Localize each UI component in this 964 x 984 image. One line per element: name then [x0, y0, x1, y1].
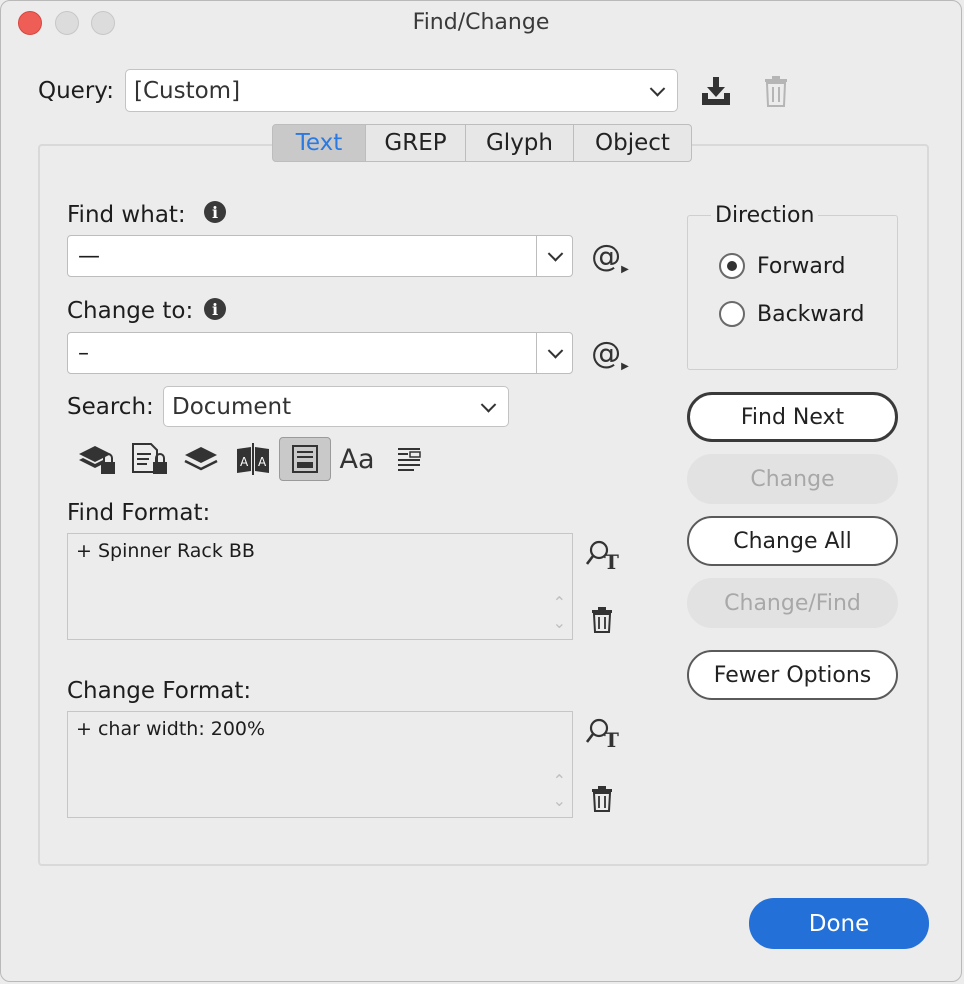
find-format-icon: T	[586, 540, 619, 571]
at-sign-menu-icon: @▶	[591, 239, 629, 275]
svg-text:T: T	[604, 728, 619, 749]
change-button[interactable]: Change	[687, 454, 898, 504]
include-hidden-layers-button[interactable]	[175, 437, 227, 481]
search-scope-value: Document	[172, 393, 292, 420]
trash-icon	[592, 786, 612, 812]
info-icon[interactable]: i	[204, 298, 226, 320]
direction-backward-option[interactable]: Backward	[719, 301, 865, 327]
change-format-label: Change Format:	[67, 678, 252, 704]
save-query-button[interactable]	[697, 73, 735, 109]
chevron-down-icon	[649, 80, 666, 97]
clear-change-format-button[interactable]	[589, 784, 615, 814]
fewer-options-button[interactable]: Fewer Options	[687, 650, 898, 700]
direction-forward-option[interactable]: Forward	[719, 253, 845, 279]
query-select[interactable]: [Custom]	[125, 69, 678, 112]
chevron-down-icon	[480, 396, 497, 413]
change-format-value: + char width: 200%	[76, 718, 266, 740]
query-label: Query:	[38, 78, 114, 104]
radio-unselected-icon[interactable]	[719, 301, 745, 327]
find-format-label: Find Format:	[67, 500, 211, 526]
svg-text:A: A	[240, 455, 249, 469]
find-what-label: Find what:	[67, 202, 186, 228]
specify-find-format-button[interactable]: T	[585, 537, 621, 573]
svg-text:A: A	[258, 455, 267, 469]
search-options-toolbar: A A Aa	[71, 437, 435, 481]
find-format-value: + Spinner Rack BB	[76, 540, 255, 562]
svg-text:T: T	[604, 550, 619, 571]
include-locked-stories-button[interactable]	[123, 437, 175, 481]
direction-label: Direction	[711, 203, 819, 228]
change-to-value: –	[78, 341, 89, 366]
find-format-box[interactable]: + Spinner Rack BB ⌃ ⌄	[67, 533, 573, 640]
find-next-button[interactable]: Find Next	[687, 392, 898, 442]
find-what-field[interactable]: —	[67, 235, 573, 277]
master-pages-icon: A A	[237, 443, 269, 475]
forward-label: Forward	[757, 253, 846, 279]
trash-icon	[765, 76, 787, 107]
specify-change-format-button[interactable]: T	[585, 715, 621, 751]
special-characters-find-button[interactable]: @▶	[591, 239, 629, 275]
tab-object[interactable]: Object	[574, 124, 692, 162]
search-label: Search:	[67, 394, 154, 420]
locked-stories-icon	[132, 443, 167, 474]
change-find-button[interactable]: Change/Find	[687, 578, 898, 628]
radio-selected-icon[interactable]	[719, 253, 745, 279]
find-format-stepper[interactable]: ⌃ ⌄	[553, 593, 566, 633]
change-all-button[interactable]: Change All	[687, 516, 898, 566]
case-sensitive-icon: Aa	[339, 443, 375, 475]
search-scope-select[interactable]: Document	[163, 386, 509, 427]
change-format-stepper[interactable]: ⌃ ⌄	[553, 771, 566, 811]
trash-icon	[592, 607, 612, 633]
at-sign-menu-icon: @▶	[591, 336, 629, 372]
query-value: [Custom]	[134, 77, 241, 104]
window-title: Find/Change	[412, 10, 550, 35]
whole-word-button[interactable]	[383, 437, 435, 481]
special-characters-change-button[interactable]: @▶	[591, 336, 629, 372]
footnotes-icon	[292, 445, 318, 473]
tab-glyph[interactable]: Glyph	[466, 124, 574, 162]
info-icon[interactable]: i	[204, 201, 226, 223]
search-type-tabs: Text GREP Glyph Object	[272, 124, 692, 162]
find-what-value: —	[78, 244, 100, 269]
download-icon	[702, 77, 730, 105]
change-format-box[interactable]: + char width: 200% ⌃ ⌄	[67, 711, 573, 818]
change-to-field[interactable]: –	[67, 332, 573, 374]
whole-word-icon	[398, 448, 421, 471]
done-button[interactable]: Done	[749, 898, 929, 949]
hidden-layers-icon	[184, 447, 218, 471]
find-what-history-button[interactable]	[536, 236, 572, 276]
chevron-down-icon	[547, 246, 564, 262]
chevron-down-icon	[547, 343, 564, 359]
tab-text[interactable]: Text	[272, 124, 366, 162]
direction-group	[687, 215, 898, 370]
change-to-history-button[interactable]	[536, 333, 572, 373]
locked-layers-icon	[79, 446, 115, 474]
tab-grep[interactable]: GREP	[366, 124, 466, 162]
case-sensitive-button[interactable]: Aa	[331, 437, 383, 481]
change-to-label: Change to:	[67, 298, 194, 324]
include-master-pages-button[interactable]: A A	[227, 437, 279, 481]
delete-query-button[interactable]	[760, 73, 792, 109]
title-bar: Find/Change	[1, 1, 961, 45]
clear-find-format-button[interactable]	[589, 605, 615, 635]
change-format-icon: T	[586, 718, 619, 749]
include-footnotes-button[interactable]	[279, 437, 331, 481]
find-change-dialog: Find/Change Query: [Custom] Text GREP Gl…	[0, 0, 962, 982]
include-locked-layers-button[interactable]	[71, 437, 123, 481]
backward-label: Backward	[757, 301, 865, 327]
